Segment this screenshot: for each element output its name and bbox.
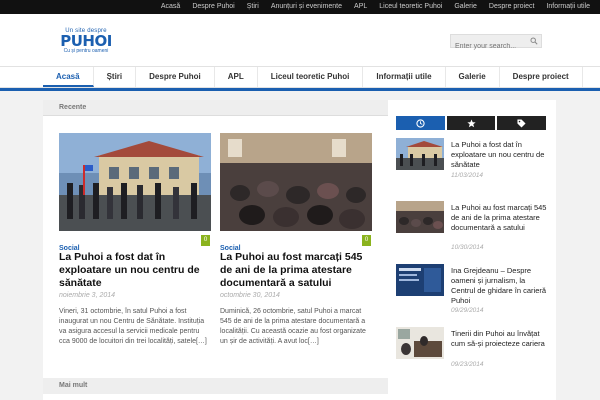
logo-tagline-bottom: Cu și pentru oameni	[63, 48, 109, 54]
sidebar-post-date: 09/23/2014	[451, 361, 484, 368]
tab-recent[interactable]	[396, 116, 445, 130]
nav-item-informatii[interactable]: Informații utile	[363, 67, 446, 87]
post-thumbnail[interactable]	[220, 133, 372, 231]
comment-count-badge[interactable]: 0	[362, 235, 371, 246]
top-nav-item[interactable]: APL	[354, 0, 367, 14]
top-nav-item[interactable]: Știri	[247, 0, 259, 14]
site-header: Un site despre PUHOI Cu și pentru oameni	[0, 14, 600, 66]
top-nav-item[interactable]: Despre proiect	[489, 0, 535, 14]
sidebar-tabs	[396, 116, 547, 130]
list-item: La Puhoi au fost marcați 545 de ani de l…	[396, 201, 548, 264]
post-title[interactable]: La Puhoi au fost marcați 545 de ani de l…	[220, 251, 372, 290]
search-input[interactable]	[451, 40, 529, 53]
post-category[interactable]: Social	[59, 245, 80, 252]
site-logo[interactable]: Un site despre PUHOI Cu și pentru oameni	[60, 28, 112, 58]
post-thumbnail[interactable]	[396, 327, 444, 359]
sidebar-post-title[interactable]: Ina Grejdeanu – Despre oameni și jurnali…	[451, 266, 547, 306]
comment-count-badge[interactable]: 0	[201, 235, 210, 246]
post-thumbnail[interactable]	[396, 264, 444, 296]
post-date: noiembrie 3, 2014	[59, 292, 116, 299]
top-nav-item[interactable]: Liceul teoretic Puhoi	[379, 0, 442, 14]
top-bar: Acasă Despre Puhoi Știri Anunțuri și eve…	[0, 0, 600, 14]
search-icon[interactable]	[530, 37, 538, 45]
section-heading-recent: Recente	[43, 100, 388, 116]
clock-icon	[416, 118, 425, 128]
sidebar: La Puhoi a fost dat în exploatare un nou…	[388, 100, 556, 400]
nav-item-galerie[interactable]: Galerie	[446, 67, 500, 87]
post-card: Social 0 La Puhoi a fost dat în exploata…	[59, 133, 211, 347]
post-thumbnail[interactable]	[396, 138, 444, 170]
top-nav: Acasă Despre Puhoi Știri Anunțuri și eve…	[0, 0, 600, 14]
sidebar-post-date: 09/29/2014	[451, 307, 484, 314]
sidebar-post-date: 10/30/2014	[451, 244, 484, 251]
sidebar-post-title[interactable]: La Puhoi a fost dat în exploatare un nou…	[451, 140, 547, 170]
nav-item-despre-puhoi[interactable]: Despre Puhoi	[136, 67, 215, 87]
nav-item-liceul[interactable]: Liceul teoretic Puhoi	[258, 67, 364, 87]
post-thumbnail[interactable]	[59, 133, 211, 231]
top-nav-item[interactable]: Informații utile	[546, 0, 590, 14]
tab-popular[interactable]	[446, 116, 496, 130]
nav-item-acasa[interactable]: Acasă	[43, 67, 94, 87]
list-item: Ina Grejdeanu – Despre oameni și jurnali…	[396, 264, 548, 327]
top-nav-item[interactable]: Acasă	[161, 0, 180, 14]
nav-item-apl[interactable]: APL	[215, 67, 258, 87]
tags-icon	[517, 118, 526, 128]
sidebar-post-title[interactable]: Tinerii din Puhoi au învățat cum să-și p…	[451, 329, 547, 349]
post-excerpt: Vineri, 31 octombrie, în satul Puhoi a f…	[59, 308, 207, 345]
post-card: Social 0 La Puhoi au fost marcați 545 de…	[220, 133, 372, 347]
post-excerpt: Duminică, 26 octombrie, satul Puhoi a ma…	[220, 308, 366, 345]
nav-item-stiri[interactable]: Știri	[94, 67, 137, 87]
main-nav: Acasă Știri Despre Puhoi APL Liceul teor…	[0, 66, 600, 88]
list-item: La Puhoi a fost dat în exploatare un nou…	[396, 138, 548, 201]
logo-brand: PUHOI	[60, 32, 112, 50]
top-nav-item[interactable]: Galerie	[454, 0, 477, 14]
search-box	[450, 34, 542, 53]
tab-tags[interactable]	[497, 116, 547, 130]
star-icon	[466, 118, 476, 127]
top-nav-item[interactable]: Despre Puhoi	[192, 0, 234, 14]
post-thumbnail[interactable]	[396, 201, 444, 233]
section-heading-more: Mai mult	[43, 378, 388, 394]
main-content: Recente Social 0 La Puhoi a fost dat în …	[43, 100, 388, 400]
post-date: octombrie 30, 2014	[220, 292, 280, 299]
top-nav-item[interactable]: Anunțuri și evenimente	[271, 0, 342, 14]
sidebar-post-title[interactable]: La Puhoi au fost marcați 545 de ani de l…	[451, 203, 547, 233]
sidebar-post-list: La Puhoi a fost dat în exploatare un nou…	[396, 138, 548, 390]
post-title[interactable]: La Puhoi a fost dat în exploatare un nou…	[59, 251, 211, 290]
nav-item-despre-proiect[interactable]: Despre proiect	[500, 67, 583, 87]
sidebar-post-date: 11/03/2014	[451, 172, 484, 179]
post-category[interactable]: Social	[220, 245, 241, 252]
list-item: Tinerii din Puhoi au învățat cum să-și p…	[396, 327, 548, 390]
